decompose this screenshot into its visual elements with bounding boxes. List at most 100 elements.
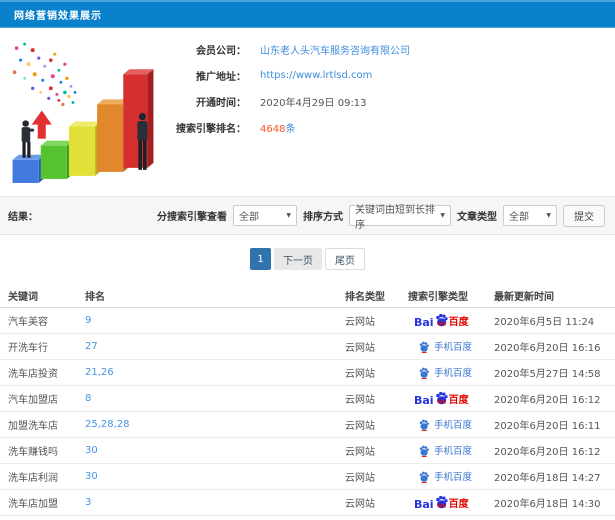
confetti-dots [12,42,77,107]
rank-cell[interactable]: 25,28,28 [85,419,345,430]
pagination: 1 下一页 尾页 [0,248,615,270]
baidu-pc-logo: Bai du 百度 [414,313,469,328]
filter-controls: 分搜索引擎查看 全部 ▼ 排序方式 关键词由短到长排序 ▼ 文章类型 全部 ▼ … [157,204,615,231]
chevron-down-icon: ▼ [440,212,445,219]
company-label: 会员公司： [196,45,246,57]
promotion-url-link[interactable]: https://www.lrtlsd.com [260,70,372,81]
field-url: 推广地址： https://www.lrtlsd.com [156,62,410,88]
engine-cell: Bai du 百度 [408,391,494,406]
baidu-pc-logo: Bai du 百度 [414,495,469,510]
updated-cell: 2020年6月20日 16:12 [494,447,601,458]
keyword-cell: 洗车店投资 [8,369,58,380]
updated-cell: 2020年6月5日 11:24 [494,317,595,328]
rank-type-cell: 云网站 [345,369,375,380]
page-header: 网络营销效果展示 [0,0,615,28]
col-rank-type: 排名类型 [345,291,385,303]
updated-cell: 2020年6月18日 14:30 [494,499,601,510]
field-ranking-count: 搜索引擎排名： 4648条 [156,114,410,140]
info-fields: 会员公司： 山东老人头汽车服务咨询有限公司 推广地址： https://www.… [156,36,410,140]
growth-chart-illustration [12,42,154,183]
col-engine-type: 搜索引擎类型 [408,291,468,303]
baidu-paw-icon [419,341,429,353]
baidu-mobile-logo: 手机百度 [418,367,472,379]
baidu-latin-text: Bai [414,498,434,511]
page-current[interactable]: 1 [250,248,271,270]
updated-cell: 2020年6月20日 16:12 [494,395,601,406]
rank-type-cell: 云网站 [345,343,375,354]
baidu-cn-text: 百度 [448,499,469,510]
page-next-button[interactable]: 下一页 [274,248,322,270]
baidu-mobile-logo: 手机百度 [418,445,472,457]
filter-bar: 结果： 分搜索引擎查看 全部 ▼ 排序方式 关键词由短到长排序 ▼ 文章类型 全… [0,196,615,235]
keyword-cell: 汽车加盟店 [8,395,58,406]
mobile-baidu-text: 手机百度 [434,420,473,431]
company-link[interactable]: 山东老人头汽车服务咨询有限公司 [260,42,410,57]
open-time-value: 2020年4月29日 09:13 [260,97,367,109]
businessman-left [21,120,35,158]
updated-cell: 2020年6月20日 16:11 [494,421,601,432]
open-time-label: 开通时间： [196,97,246,109]
mobile-baidu-text: 手机百度 [434,342,473,353]
ranking-count-unit: 条 [285,123,296,135]
table-body: 汽车美容 9 云网站 Bai du 百度 2020年6月5日 11:24 开洗车行 … [0,308,615,516]
submit-button[interactable]: 提交 [563,204,605,227]
rank-cell[interactable]: 30 [85,471,345,482]
rank-cell[interactable]: 21,26 [85,367,345,378]
page-title: 网络营销效果展示 [14,11,102,22]
baidu-pc-logo: Bai du 百度 [414,391,469,406]
ranking-table: 关键词 排名 排名类型 搜索引擎类型 最新更新时间 汽车美容 9 云网站 Bai… [0,283,615,516]
result-label: 结果： [8,212,38,223]
table-row: 汽车美容 9 云网站 Bai du 百度 2020年6月5日 11:24 [0,308,615,334]
bar-yellow [68,121,102,176]
baidu-mobile-logo: 手机百度 [418,419,472,431]
rank-cell[interactable]: 8 [85,393,345,404]
svg-text:du: du [437,503,446,510]
engine-cell: 手机百度 [408,419,494,431]
rank-cell[interactable]: 9 [85,315,345,326]
updated-cell: 2020年6月18日 14:27 [494,473,601,484]
table-row: 洗车店加盟 3 云网站 Bai du 百度 2020年6月18日 14:30 [0,490,615,516]
engine-cell: Bai du 百度 [408,495,494,510]
field-open-time: 开通时间： 2020年4月29日 09:13 [156,88,410,114]
updated-cell: 2020年6月20日 16:16 [494,343,601,354]
col-updated: 最新更新时间 [494,291,554,303]
mobile-baidu-text: 手机百度 [434,446,473,457]
keyword-cell: 洗车店加盟 [8,499,58,510]
chevron-down-icon: ▼ [286,212,291,219]
table-header-row: 关键词 排名 排名类型 搜索引擎类型 最新更新时间 [0,283,615,308]
rank-type-cell: 云网站 [345,473,375,484]
page-last-button[interactable]: 尾页 [325,248,365,270]
keyword-cell: 洗车店利润 [8,473,58,484]
rank-cell[interactable]: 3 [85,497,345,508]
article-type-select-value: 全部 [509,212,529,223]
up-arrow-icon [31,110,52,139]
url-label: 推广地址： [196,71,246,83]
table-row: 汽车加盟店 8 云网站 Bai du 百度 2020年6月20日 16:12 [0,386,615,412]
rank-type-cell: 云网站 [345,395,375,406]
engine-select[interactable]: 全部 ▼ [233,205,297,226]
ranking-count-number: 4648 [260,123,286,135]
rank-type-cell: 云网站 [345,499,375,510]
ranking-count-label: 搜索引擎排名： [176,123,246,135]
rank-cell[interactable]: 30 [85,445,345,456]
rank-type-cell: 云网站 [345,447,375,458]
article-type-label: 文章类型 [457,212,497,223]
baidu-latin-text: Bai [414,316,434,329]
engine-cell: 手机百度 [408,367,494,379]
table-row: 开洗车行 27 云网站 手机百度 2020年6月20日 16:16 [0,334,615,360]
chevron-down-icon: ▼ [546,212,551,219]
engine-cell: 手机百度 [408,445,494,457]
svg-text:du: du [437,321,446,328]
sort-select[interactable]: 关键词由短到长排序 ▼ [349,205,451,231]
col-keyword: 关键词 [8,291,38,303]
engine-filter-label: 分搜索引擎查看 [157,212,227,223]
rank-cell[interactable]: 27 [85,341,345,352]
bar-blue [12,154,45,183]
baidu-paw-icon: du [435,495,448,510]
ranking-count-value[interactable]: 4648条 [260,120,295,135]
article-type-select[interactable]: 全部 ▼ [503,205,557,226]
rank-type-cell: 云网站 [345,317,375,328]
updated-cell: 2020年5月27日 14:58 [494,369,601,380]
baidu-paw-icon [419,471,429,483]
rank-type-cell: 云网站 [345,421,375,432]
